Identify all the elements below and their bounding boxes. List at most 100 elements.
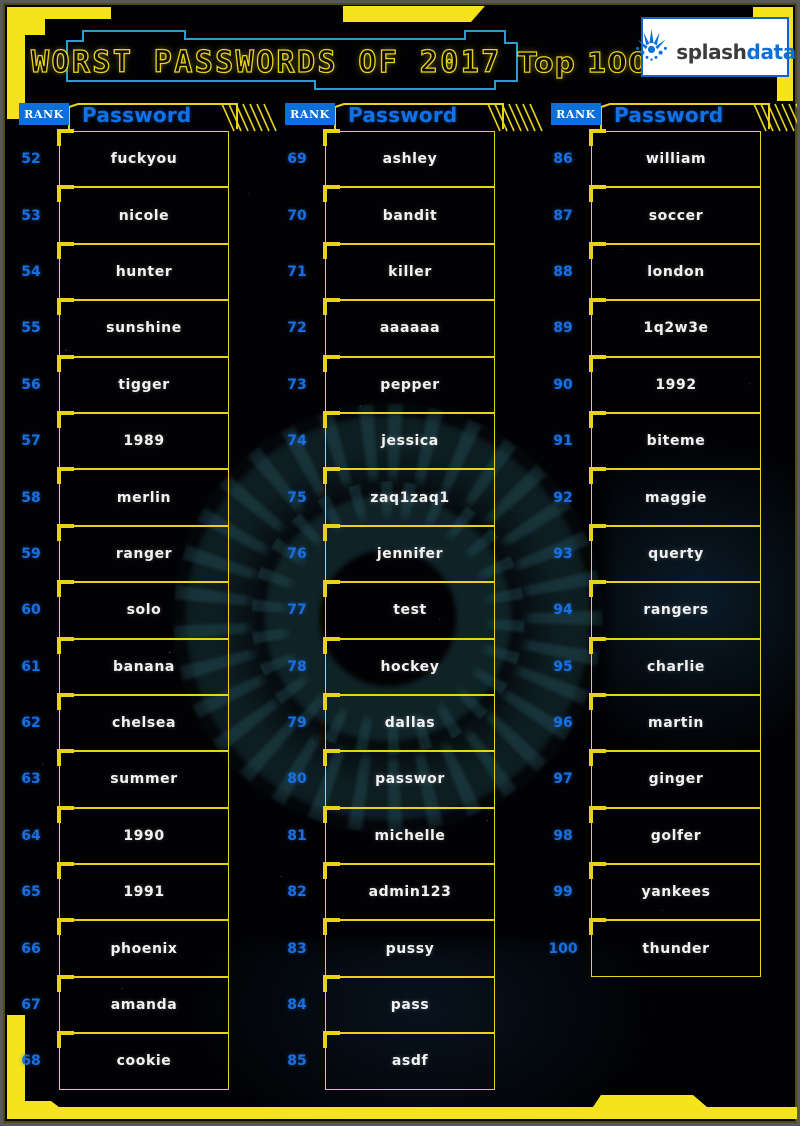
row-password: aaaaaa bbox=[379, 320, 441, 337]
row-rank: 98 bbox=[553, 827, 573, 844]
row-rank: 59 bbox=[21, 545, 41, 562]
row-rank: 63 bbox=[21, 771, 41, 788]
row-password: asdf bbox=[391, 1053, 429, 1070]
row-rank: 74 bbox=[287, 433, 307, 450]
splashdata-logo[interactable]: splashdata bbox=[636, 17, 796, 77]
row-rank: 96 bbox=[553, 715, 573, 732]
row-password: golfer bbox=[650, 827, 702, 844]
rank-header-label-2: RANK bbox=[285, 103, 335, 125]
table-row: 93 querty bbox=[535, 523, 797, 583]
password-cell: killer bbox=[323, 241, 495, 301]
row-rank: 99 bbox=[553, 884, 573, 901]
row-password: ranger bbox=[115, 545, 173, 562]
password-cell: london bbox=[589, 241, 761, 301]
table-row: 59 ranger bbox=[3, 523, 269, 583]
row-password: merlin bbox=[116, 489, 172, 506]
poster-header: WORST PASSWORDS OF 2017 Top 100 splashda… bbox=[3, 3, 797, 103]
row-password: test bbox=[393, 602, 427, 619]
table-row: 81 michelle bbox=[269, 805, 535, 865]
table-row: 68 cookie bbox=[3, 1031, 269, 1091]
table-row: 82 admin123 bbox=[269, 862, 535, 921]
password-cell: passwor bbox=[323, 749, 495, 809]
row-rank: 52 bbox=[21, 151, 41, 168]
column-3-header: RANK Password bbox=[551, 103, 797, 132]
password-cell: martin bbox=[589, 692, 761, 752]
table-row: 71 killer bbox=[269, 241, 535, 301]
row-rank: 53 bbox=[21, 207, 41, 224]
row-rank: 57 bbox=[21, 433, 41, 450]
table-row: 74 jessica bbox=[269, 410, 535, 470]
table-row: 60 solo bbox=[3, 580, 269, 639]
row-password: michelle bbox=[374, 827, 446, 844]
password-cell: fuckyou bbox=[57, 128, 229, 188]
table-row: 79 dallas bbox=[269, 692, 535, 752]
password-cell: jessica bbox=[323, 410, 495, 470]
row-password: 1q2w3e bbox=[643, 320, 709, 337]
table-row: 73 pepper bbox=[269, 354, 535, 414]
password-cell: admin123 bbox=[323, 862, 495, 921]
row-password: summer bbox=[110, 771, 178, 788]
row-password: tigger bbox=[118, 376, 170, 393]
table-row: 98 golfer bbox=[535, 805, 797, 865]
row-rank: 97 bbox=[553, 771, 573, 788]
password-cell: pass bbox=[323, 974, 495, 1034]
row-password: 1992 bbox=[655, 376, 697, 393]
password-cell: bandit bbox=[323, 185, 495, 245]
password-cell: tigger bbox=[57, 354, 229, 414]
row-password: amanda bbox=[110, 997, 178, 1014]
row-rank: 54 bbox=[21, 263, 41, 280]
row-rank: 68 bbox=[21, 1053, 41, 1070]
column-1-header: RANK Password bbox=[19, 103, 277, 132]
row-password: hockey bbox=[380, 658, 440, 675]
table-row: 53 nicole bbox=[3, 185, 269, 245]
password-cell: amanda bbox=[57, 974, 229, 1034]
password-cell: sunshine bbox=[57, 298, 229, 357]
password-header-text-3: Password bbox=[614, 103, 724, 127]
password-header-1: Password bbox=[68, 103, 277, 132]
row-rank: 66 bbox=[21, 940, 41, 957]
row-password: passwor bbox=[375, 771, 445, 788]
table-row: 89 1q2w3e bbox=[535, 298, 797, 357]
row-rank: 65 bbox=[21, 884, 41, 901]
row-password: 1990 bbox=[123, 827, 165, 844]
password-cell: 1989 bbox=[57, 410, 229, 470]
logo-word-data: data bbox=[746, 40, 797, 64]
table-row: 64 1990 bbox=[3, 805, 269, 865]
row-password: dallas bbox=[384, 715, 436, 732]
row-rank: 93 bbox=[553, 545, 573, 562]
password-columns: RANK Password 52 fuckyou 53 nicole 54 hu… bbox=[3, 103, 797, 1091]
password-header-3: Password bbox=[600, 103, 797, 132]
password-cell: test bbox=[323, 580, 495, 639]
row-password: pass bbox=[390, 997, 430, 1014]
table-row: 66 phoenix bbox=[3, 918, 269, 978]
table-row: 96 martin bbox=[535, 692, 797, 752]
table-row: 58 merlin bbox=[3, 467, 269, 527]
password-cell: ashley bbox=[323, 128, 495, 188]
password-cell: charlie bbox=[589, 636, 761, 696]
password-cell: thunder bbox=[589, 918, 761, 978]
password-cell: dallas bbox=[323, 692, 495, 752]
row-password: cookie bbox=[116, 1053, 172, 1070]
table-row: 63 summer bbox=[3, 749, 269, 809]
row-password: rangers bbox=[643, 602, 709, 619]
password-cell: chelsea bbox=[57, 692, 229, 752]
row-password: thunder bbox=[642, 940, 710, 957]
table-row: 75 zaq1zaq1 bbox=[269, 467, 535, 527]
row-rank: 70 bbox=[287, 207, 307, 224]
table-row: 54 hunter bbox=[3, 241, 269, 301]
password-cell: pussy bbox=[323, 918, 495, 978]
row-password: charlie bbox=[647, 658, 705, 675]
table-row: 62 chelsea bbox=[3, 692, 269, 752]
password-cell: 1990 bbox=[57, 805, 229, 865]
table-row: 94 rangers bbox=[535, 580, 797, 639]
password-cell: soccer bbox=[589, 185, 761, 245]
password-cell: golfer bbox=[589, 805, 761, 865]
table-row: 69 ashley bbox=[269, 128, 535, 188]
column-3-rows: 86 william 87 soccer 88 london 89 1q2w3e 90 1992 9… bbox=[535, 128, 797, 978]
row-password: maggie bbox=[645, 489, 707, 506]
hatch-decoration-icon-3 bbox=[753, 103, 797, 132]
row-password: fuckyou bbox=[110, 151, 178, 168]
password-cell: jennifer bbox=[323, 523, 495, 583]
table-row: 92 maggie bbox=[535, 467, 797, 527]
row-password: banana bbox=[113, 658, 175, 675]
